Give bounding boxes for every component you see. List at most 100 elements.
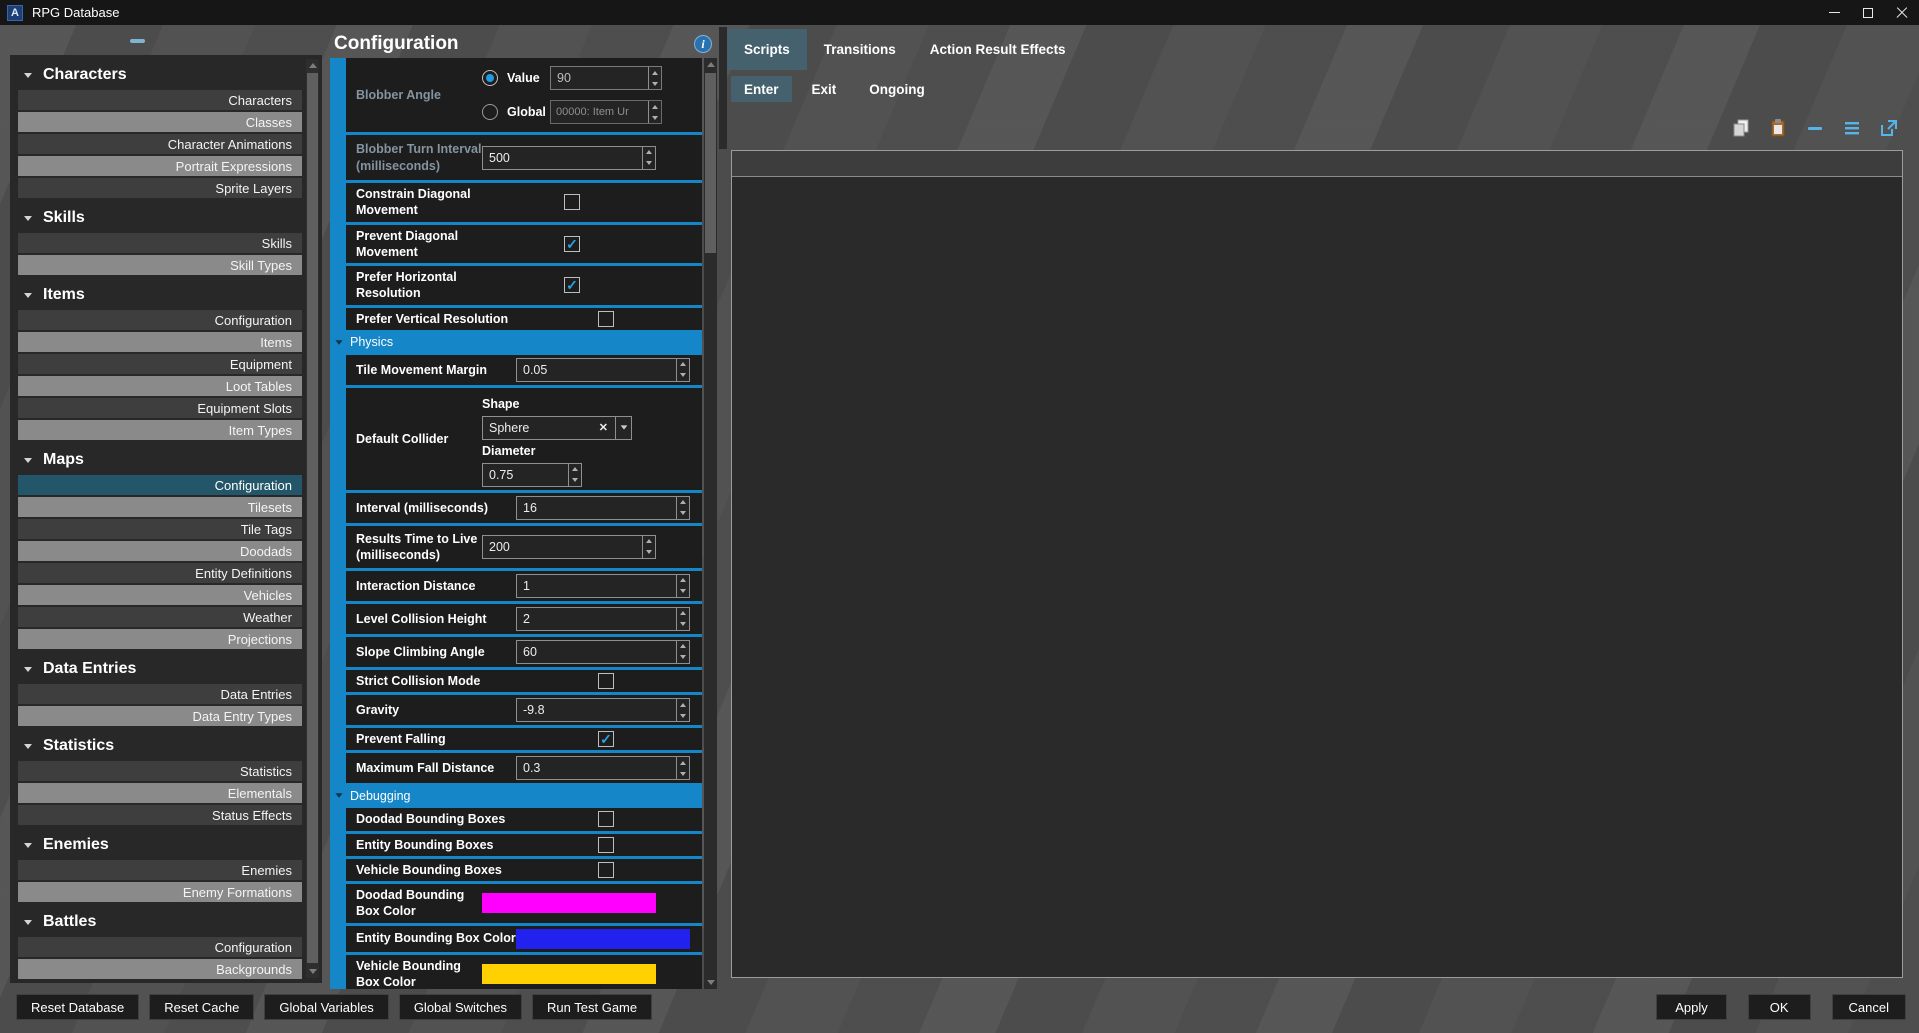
spin-up-icon[interactable]: [677, 699, 689, 710]
spin-up-icon[interactable]: [677, 359, 689, 370]
scroll-up-icon[interactable]: [704, 58, 717, 71]
blobber-angle-value-input[interactable]: 90: [550, 66, 662, 90]
prefer-vertical-checkbox[interactable]: [598, 311, 614, 327]
spin-down-icon[interactable]: [643, 547, 655, 558]
paste-icon[interactable]: [1767, 118, 1788, 139]
sidebar-scrollbar[interactable]: [306, 59, 319, 978]
sidebar-item-status-effects[interactable]: Status Effects: [18, 805, 302, 825]
spinner[interactable]: [676, 575, 689, 597]
script-list-body[interactable]: [732, 177, 1902, 977]
entity-bounding-boxes-checkbox[interactable]: [598, 837, 614, 853]
sidebar-item-maps-configuration[interactable]: Configuration: [18, 475, 302, 495]
doodad-bounding-boxes-checkbox[interactable]: [598, 811, 614, 827]
sidebar-section-skills[interactable]: Skills: [10, 200, 322, 233]
doodad-bounding-box-color-swatch[interactable]: [482, 893, 656, 913]
scroll-down-icon[interactable]: [306, 965, 319, 978]
tab-ongoing[interactable]: Ongoing: [856, 76, 937, 102]
scroll-down-icon[interactable]: [704, 976, 717, 989]
prevent-diagonal-checkbox[interactable]: [564, 236, 580, 252]
chevron-down-icon[interactable]: [615, 417, 631, 439]
section-header-physics[interactable]: Physics: [330, 333, 702, 352]
spin-down-icon[interactable]: [677, 768, 689, 779]
tab-scripts[interactable]: Scripts: [727, 29, 807, 70]
reset-database-button[interactable]: Reset Database: [16, 994, 139, 1020]
sidebar-section-maps[interactable]: Maps: [10, 442, 322, 475]
spinner[interactable]: [676, 608, 689, 630]
sidebar-item-skill-types[interactable]: Skill Types: [18, 255, 302, 275]
sidebar-item-backgrounds[interactable]: Backgrounds: [18, 959, 302, 979]
run-test-game-button[interactable]: Run Test Game: [532, 994, 652, 1020]
sidebar-item-tile-tags[interactable]: Tile Tags: [18, 519, 302, 539]
global-radio[interactable]: [482, 104, 498, 120]
spin-up-icon[interactable]: [569, 464, 581, 475]
spin-up-icon[interactable]: [677, 497, 689, 508]
tab-transitions[interactable]: Transitions: [807, 29, 913, 70]
cancel-button[interactable]: Cancel: [1832, 994, 1906, 1020]
section-header-debugging[interactable]: Debugging: [330, 786, 702, 805]
minimize-button[interactable]: [1817, 0, 1851, 25]
interaction-distance-input[interactable]: 1: [516, 574, 690, 598]
sidebar-item-tilesets[interactable]: Tilesets: [18, 497, 302, 517]
spinner[interactable]: [648, 67, 661, 89]
tab-enter[interactable]: Enter: [731, 76, 792, 102]
collider-diameter-input[interactable]: 0.75: [482, 463, 582, 487]
constrain-diagonal-checkbox[interactable]: [564, 194, 580, 210]
sidebar-item-enemy-formations[interactable]: Enemy Formations: [18, 882, 302, 902]
spin-up-icon[interactable]: [677, 757, 689, 768]
spin-up-icon[interactable]: [643, 147, 655, 158]
sidebar-item-projections[interactable]: Projections: [18, 629, 302, 649]
spin-up-icon[interactable]: [677, 575, 689, 586]
reset-cache-button[interactable]: Reset Cache: [149, 994, 254, 1020]
tile-movement-margin-input[interactable]: 0.05: [516, 358, 690, 382]
blobber-angle-global-select[interactable]: 00000: Item Ur: [550, 100, 662, 124]
spin-up-icon[interactable]: [643, 536, 655, 547]
sidebar-item-item-types[interactable]: Item Types: [18, 420, 302, 440]
prefer-horizontal-checkbox[interactable]: [564, 277, 580, 293]
spin-down-icon[interactable]: [677, 370, 689, 381]
spinner[interactable]: [676, 497, 689, 519]
spin-down-icon[interactable]: [649, 112, 661, 123]
maximum-fall-distance-input[interactable]: 0.3: [516, 756, 690, 780]
sidebar-item-battles-configuration[interactable]: Configuration: [18, 937, 302, 957]
panel-splitter-handle[interactable]: [130, 39, 145, 43]
config-scrollbar[interactable]: [704, 58, 717, 989]
maximize-button[interactable]: [1851, 0, 1885, 25]
sidebar-item-characters[interactable]: Characters: [18, 90, 302, 110]
spinner[interactable]: [642, 536, 655, 558]
spin-up-icon[interactable]: [677, 608, 689, 619]
spin-down-icon[interactable]: [677, 652, 689, 663]
sidebar-item-sprite-layers[interactable]: Sprite Layers: [18, 178, 302, 198]
scrollbar-thumb[interactable]: [705, 73, 716, 253]
spinner[interactable]: [676, 699, 689, 721]
sidebar-section-data-entries[interactable]: Data Entries: [10, 651, 322, 684]
remove-icon[interactable]: [1804, 118, 1825, 139]
info-icon[interactable]: [694, 35, 712, 53]
spinner[interactable]: [642, 147, 655, 169]
sidebar-item-statistics[interactable]: Statistics: [18, 761, 302, 781]
spin-down-icon[interactable]: [677, 619, 689, 630]
strict-collision-checkbox[interactable]: [598, 673, 614, 689]
spin-down-icon[interactable]: [649, 78, 661, 89]
collider-shape-select[interactable]: Sphere: [482, 416, 632, 440]
spinner[interactable]: [648, 101, 661, 123]
sidebar-section-statistics[interactable]: Statistics: [10, 728, 322, 761]
open-external-icon[interactable]: [1878, 118, 1899, 139]
blobber-turn-interval-input[interactable]: 500: [482, 146, 656, 170]
spin-up-icon[interactable]: [677, 641, 689, 652]
sidebar-item-data-entry-types[interactable]: Data Entry Types: [18, 706, 302, 726]
sidebar-item-items[interactable]: Items: [18, 332, 302, 352]
sidebar-item-vehicles[interactable]: Vehicles: [18, 585, 302, 605]
spin-up-icon[interactable]: [649, 67, 661, 78]
sidebar-item-entity-definitions[interactable]: Entity Definitions: [18, 563, 302, 583]
sidebar-item-items-configuration[interactable]: Configuration: [18, 310, 302, 330]
sidebar-section-enemies[interactable]: Enemies: [10, 827, 322, 860]
entity-bounding-box-color-swatch[interactable]: [516, 929, 690, 949]
value-radio[interactable]: [482, 70, 498, 86]
spinner[interactable]: [676, 359, 689, 381]
tab-action-result-effects[interactable]: Action Result Effects: [913, 29, 1083, 70]
sidebar-section-characters[interactable]: Characters: [10, 57, 322, 90]
sidebar-item-elementals[interactable]: Elementals: [18, 783, 302, 803]
global-switches-button[interactable]: Global Switches: [399, 994, 522, 1020]
gravity-input[interactable]: -9.8: [516, 698, 690, 722]
spinner[interactable]: [676, 757, 689, 779]
